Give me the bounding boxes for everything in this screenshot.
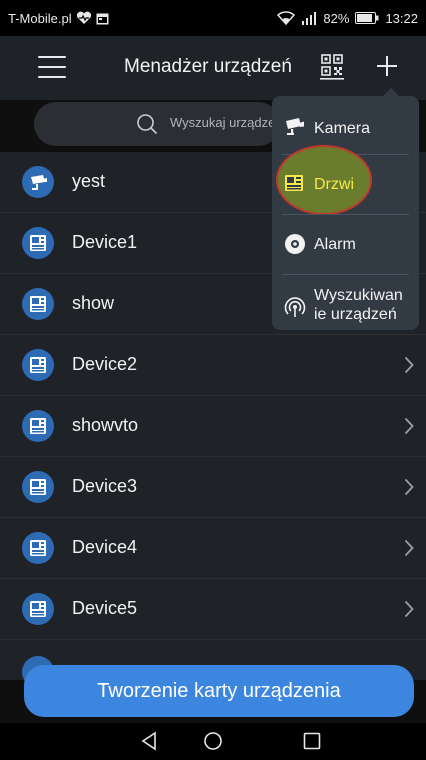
device-label: Device5 bbox=[72, 598, 138, 618]
search-bar[interactable] bbox=[34, 102, 280, 146]
door-intercom-icon bbox=[284, 174, 304, 197]
device-label: Device1 bbox=[72, 232, 138, 252]
search-input[interactable] bbox=[170, 115, 280, 130]
camera-icon bbox=[22, 166, 54, 198]
device-label: showvto bbox=[72, 415, 139, 435]
popup-item-label: Kamera bbox=[314, 120, 371, 137]
device-row[interactable]: Device4 bbox=[0, 518, 426, 579]
chevron-right-icon bbox=[404, 600, 414, 623]
carrier-name: T-Mobile.pl bbox=[8, 10, 72, 26]
create-device-card-button[interactable]: Tworzenie karty urządzenia bbox=[24, 665, 414, 717]
heart-pulse-icon bbox=[76, 11, 92, 25]
popup-item-label: Alarm bbox=[314, 236, 356, 253]
chevron-right-icon bbox=[404, 356, 414, 379]
home-circle-icon[interactable] bbox=[203, 731, 223, 756]
popup-item-drzwi[interactable]: Drzwi bbox=[272, 170, 419, 210]
app-header: Menadżer urządzeń bbox=[0, 36, 426, 100]
add-device-popup-menu: Kamera Drzwi Alarm Wyszukiwan ie urządze… bbox=[272, 96, 419, 330]
device-row[interactable]: Device3 bbox=[0, 457, 426, 518]
status-left: T-Mobile.pl bbox=[8, 11, 109, 26]
chevron-right-icon bbox=[404, 417, 414, 440]
clock: 13:22 bbox=[385, 10, 418, 26]
camera-icon bbox=[284, 116, 306, 141]
battery-percent: 82% bbox=[323, 10, 350, 26]
door-intercom-icon bbox=[22, 471, 54, 503]
popup-item-alarm[interactable]: Alarm bbox=[272, 230, 419, 270]
qr-code-scan-icon[interactable] bbox=[320, 52, 344, 85]
device-label: Device4 bbox=[72, 537, 138, 557]
popup-item-label-line1: Wyszukiwan bbox=[314, 287, 403, 304]
search-icon bbox=[136, 113, 158, 140]
chevron-right-icon bbox=[404, 478, 414, 501]
android-nav-bar bbox=[0, 723, 426, 760]
back-triangle-icon[interactable] bbox=[140, 731, 160, 756]
device-row[interactable]: Device5 bbox=[0, 579, 426, 640]
page-title: Menadżer urządzeń bbox=[124, 56, 292, 77]
signal-icon bbox=[301, 11, 317, 25]
door-intercom-icon bbox=[22, 288, 54, 320]
divider bbox=[282, 214, 409, 215]
device-label: show bbox=[72, 293, 115, 313]
door-intercom-icon bbox=[22, 410, 54, 442]
hamburger-menu-icon[interactable] bbox=[38, 56, 66, 78]
status-bar: T-Mobile.pl 82% 13:22 bbox=[0, 0, 426, 36]
device-label: Device2 bbox=[72, 354, 138, 374]
popup-item-label: Drzwi bbox=[314, 176, 354, 193]
device-row[interactable]: Device2 bbox=[0, 335, 426, 396]
add-device-plus-icon[interactable] bbox=[375, 54, 399, 83]
door-intercom-icon bbox=[22, 227, 54, 259]
chevron-right-icon bbox=[404, 539, 414, 562]
status-right: 82% 13:22 bbox=[277, 11, 418, 26]
popup-item-device-search[interactable]: Wyszukiwan ie urządzeń bbox=[272, 284, 419, 328]
calendar-icon bbox=[96, 12, 109, 25]
alarm-icon bbox=[284, 233, 306, 260]
popup-item-label-line2: ie urządzeń bbox=[314, 306, 397, 323]
battery-icon bbox=[355, 12, 379, 24]
door-intercom-icon bbox=[22, 593, 54, 625]
recent-apps-square-icon[interactable] bbox=[302, 731, 322, 756]
wireless-search-icon bbox=[284, 296, 306, 323]
device-label: Device3 bbox=[72, 476, 138, 496]
divider bbox=[282, 274, 409, 275]
device-row[interactable]: showvto bbox=[0, 396, 426, 457]
door-intercom-icon bbox=[22, 349, 54, 381]
wifi-icon bbox=[277, 11, 296, 25]
door-intercom-icon bbox=[22, 532, 54, 564]
device-label: yest bbox=[72, 171, 106, 191]
